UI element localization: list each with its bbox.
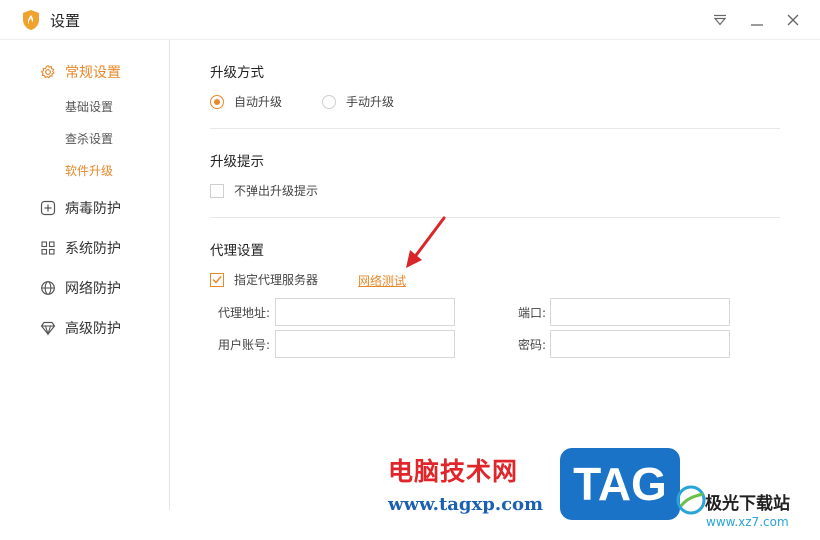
annotation-arrow-icon: [406, 216, 446, 268]
proxy-address-input[interactable]: [275, 298, 455, 326]
diamond-icon: [40, 321, 56, 336]
radio-manual-upgrade[interactable]: 手动升级: [322, 93, 394, 110]
watermark-site2-name: 极光下载站: [705, 494, 790, 514]
sidebar-item-virus-protection[interactable]: 病毒防护: [40, 198, 121, 218]
divider: [210, 128, 780, 129]
radio-label: 自动升级: [234, 95, 283, 109]
checkbox-checked-icon: [210, 272, 224, 287]
password-input[interactable]: [550, 330, 730, 358]
sidebar-subitem-basic-settings[interactable]: 基础设置: [65, 98, 113, 115]
checkbox-specify-proxy[interactable]: 指定代理服务器: [210, 271, 318, 288]
sidebar-item-label: 常规设置: [65, 65, 121, 81]
user-account-label: 用户账号:: [217, 338, 270, 352]
sidebar-item-label: 网络防护: [65, 281, 121, 297]
window-title: 设置: [50, 12, 81, 30]
gear-icon: [40, 64, 55, 79]
checkbox-unchecked-icon: [210, 183, 224, 198]
sidebar-item-network-protection[interactable]: 网络防护: [40, 278, 121, 298]
sidebar: 常规设置 基础设置 查杀设置 软件升级 病毒防护 系统防护 网络防护 高级防护: [0, 40, 170, 510]
minimize-icon: [751, 24, 763, 26]
sidebar-subitem-software-upgrade[interactable]: 软件升级: [65, 162, 113, 179]
sidebar-item-system-protection[interactable]: 系统防护: [40, 238, 121, 258]
user-account-input[interactable]: [275, 330, 455, 358]
watermark-site2-url: www.xz7.com: [706, 515, 789, 529]
minimize-button[interactable]: [745, 8, 769, 32]
sidebar-item-general-settings[interactable]: 常规设置: [40, 62, 121, 82]
menu-button[interactable]: [708, 8, 732, 32]
sidebar-item-advanced-protection[interactable]: 高级防护: [40, 318, 121, 338]
close-icon: [787, 14, 799, 26]
divider: [210, 217, 780, 218]
sidebar-subitem-scan-settings[interactable]: 查杀设置: [65, 130, 113, 147]
watermark-tag-logo: TAG: [560, 448, 680, 520]
port-input[interactable]: [550, 298, 730, 326]
watermark-site-name: 电脑技术网: [388, 457, 519, 486]
grid-icon: [41, 241, 55, 255]
watermark-site-url: www.tagxp.com: [388, 494, 544, 515]
radio-selected-icon: [210, 94, 224, 109]
app-logo-icon: [23, 10, 39, 30]
close-button[interactable]: [781, 8, 805, 32]
section-title-upgrade-prompt: 升级提示: [210, 154, 264, 170]
section-title-proxy-settings: 代理设置: [210, 243, 264, 259]
sidebar-item-label: 高级防护: [65, 321, 121, 337]
sidebar-item-label: 系统防护: [65, 241, 121, 257]
radio-unselected-icon: [322, 94, 336, 109]
plus-square-icon: [40, 200, 56, 216]
radio-label: 手动升级: [346, 95, 395, 109]
radio-auto-upgrade[interactable]: 自动升级: [210, 93, 282, 110]
checkbox-no-upgrade-popup[interactable]: 不弹出升级提示: [210, 182, 318, 199]
checkbox-label: 指定代理服务器: [234, 273, 319, 287]
aurora-logo-icon: [676, 485, 706, 515]
password-label: 密码:: [517, 338, 546, 352]
checkmark-icon: [212, 276, 222, 284]
dropdown-menu-icon: [713, 14, 727, 26]
proxy-address-label: 代理地址:: [217, 306, 270, 320]
section-title-upgrade-method: 升级方式: [210, 65, 264, 81]
globe-icon: [41, 281, 55, 295]
title-bar: 设置: [0, 0, 820, 40]
sidebar-item-label: 病毒防护: [65, 201, 121, 217]
network-test-link[interactable]: 网络测试: [358, 272, 406, 289]
checkbox-label: 不弹出升级提示: [234, 184, 319, 198]
port-label: 端口:: [517, 306, 546, 320]
